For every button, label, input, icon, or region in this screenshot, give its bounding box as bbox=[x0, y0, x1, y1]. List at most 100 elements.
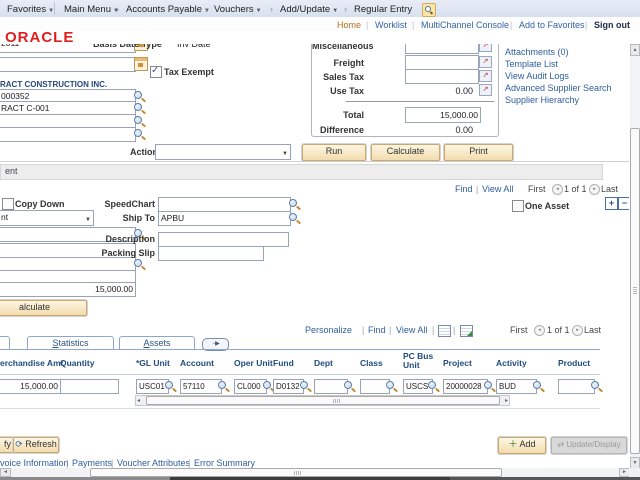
refresh-button[interactable]: ⟳ Refresh bbox=[13, 437, 59, 453]
lookup-icon[interactable] bbox=[532, 380, 545, 393]
total-field[interactable]: 15,000.00 bbox=[405, 107, 481, 123]
invoice-information-link[interactable]: voice Information bbox=[0, 458, 69, 468]
lookup-icon[interactable] bbox=[164, 380, 177, 393]
next-arrow-icon[interactable]: ▸ bbox=[589, 184, 600, 195]
attachments-link[interactable]: Attachments (0) bbox=[505, 47, 569, 57]
transfer-icon[interactable]: ↗ bbox=[479, 84, 492, 96]
print-button[interactable]: Print bbox=[444, 144, 513, 161]
payments-link[interactable]: Payments bbox=[72, 458, 112, 468]
scroll-left-icon[interactable]: ◄ bbox=[0, 468, 11, 477]
tab-partial[interactable]: e bbox=[0, 336, 10, 350]
date-field[interactable] bbox=[0, 57, 136, 72]
find-link[interactable]: Find bbox=[455, 184, 473, 194]
horizontal-scrollbar[interactable]: ◄ ► bbox=[0, 468, 629, 477]
calendar-icon[interactable] bbox=[134, 57, 148, 71]
col-class: Class bbox=[360, 358, 383, 368]
freight-field[interactable] bbox=[405, 55, 479, 70]
copy-down-checkbox[interactable] bbox=[2, 198, 14, 210]
vertical-scrollbar[interactable]: ▲ ▼ bbox=[630, 44, 640, 468]
next-arrow-icon[interactable]: ▸ bbox=[572, 325, 583, 336]
advanced-supplier-search-link[interactable]: Advanced Supplier Search bbox=[505, 83, 612, 93]
grid-find-link[interactable]: Find bbox=[368, 325, 386, 335]
lookup-icon[interactable] bbox=[133, 128, 146, 141]
transfer-icon[interactable]: ↗ bbox=[479, 56, 492, 68]
worklist-link[interactable]: Worklist bbox=[375, 20, 407, 30]
ship-to-label: Ship To bbox=[60, 213, 155, 223]
grid-pager-first[interactable]: First bbox=[510, 325, 528, 335]
payment-terms-field[interactable] bbox=[0, 127, 136, 142]
home-link[interactable]: Home bbox=[337, 20, 361, 30]
tab-assets[interactable]: Assets bbox=[119, 336, 195, 350]
add-row-icon[interactable]: + bbox=[605, 197, 618, 210]
nav-vouchers[interactable]: Vouchers▼ bbox=[214, 4, 262, 15]
tab-statistics[interactable]: Statistics bbox=[27, 336, 114, 350]
lookup-icon[interactable] bbox=[288, 198, 301, 211]
calculate-line-button[interactable]: alculate bbox=[0, 300, 87, 316]
transfer-icon[interactable]: ↗ bbox=[479, 70, 492, 82]
cell-merchandise-amt[interactable]: 15,000.00 bbox=[0, 379, 61, 394]
view-audit-logs-link[interactable]: View Audit Logs bbox=[505, 71, 569, 81]
sign-out-link[interactable]: Sign out bbox=[594, 20, 630, 30]
refresh-icon: ⟳ bbox=[15, 439, 25, 449]
action-dropdown[interactable] bbox=[155, 144, 291, 160]
total-label: Total bbox=[312, 110, 364, 120]
description-field[interactable] bbox=[158, 232, 289, 247]
grid-hscrollbar[interactable]: ◂ ▸ bbox=[135, 395, 510, 406]
pager-first-label[interactable]: First bbox=[528, 184, 546, 194]
cell-account[interactable]: 57110 bbox=[180, 379, 222, 394]
delete-row-icon[interactable]: − bbox=[618, 197, 629, 210]
lookup-icon[interactable] bbox=[427, 380, 440, 393]
lookup-icon[interactable] bbox=[590, 380, 603, 393]
one-asset-checkbox[interactable] bbox=[512, 200, 524, 212]
nav-favorites[interactable]: Favorites▼ bbox=[7, 4, 54, 15]
scroll-up-icon[interactable]: ▲ bbox=[630, 44, 640, 56]
prev-arrow-icon[interactable]: ◂ bbox=[534, 325, 545, 336]
lookup-icon[interactable] bbox=[385, 380, 398, 393]
view-all-link[interactable]: View All bbox=[482, 184, 513, 194]
voucher-attributes-link[interactable]: Voucher Attributes bbox=[117, 458, 190, 468]
nav-regular-entry[interactable]: Regular Entry bbox=[354, 4, 412, 15]
add-button[interactable]: ＋ Add bbox=[498, 437, 546, 454]
calculate-button[interactable]: Calculate bbox=[371, 144, 440, 161]
speedchart-field[interactable] bbox=[158, 197, 291, 212]
packing-slip-field[interactable] bbox=[158, 246, 264, 261]
template-list-link[interactable]: Template List bbox=[505, 59, 558, 69]
grid-view-all-link[interactable]: View All bbox=[396, 325, 427, 335]
line-amount-field[interactable]: 15,000.00 bbox=[0, 282, 136, 297]
error-summary-link[interactable]: Error Summary bbox=[194, 458, 255, 468]
miscellaneous-field[interactable] bbox=[405, 44, 479, 54]
pager-last-label[interactable]: Last bbox=[601, 184, 618, 194]
grid-hscroll-thumb[interactable] bbox=[146, 396, 500, 405]
lookup-icon[interactable] bbox=[299, 380, 312, 393]
vscroll-thumb[interactable] bbox=[630, 128, 640, 454]
personalize-link[interactable]: Personalize bbox=[305, 325, 352, 335]
cell-project[interactable]: 20000028 bbox=[443, 379, 488, 394]
hscroll-thumb[interactable] bbox=[90, 468, 502, 477]
nav-accounts-payable[interactable]: Accounts Payable▼ bbox=[126, 4, 210, 15]
download-icon[interactable] bbox=[460, 325, 473, 337]
breadcrumb-separator: › bbox=[205, 4, 208, 14]
lookup-icon[interactable] bbox=[343, 380, 356, 393]
lookup-icon[interactable] bbox=[217, 380, 230, 393]
lookup-icon[interactable] bbox=[288, 212, 301, 225]
tax-exempt-checkbox[interactable] bbox=[150, 66, 162, 78]
multichannel-console-link[interactable]: MultiChannel Console bbox=[421, 20, 509, 30]
nav-add-update[interactable]: Add/Update▼ bbox=[280, 4, 338, 15]
search-icon[interactable] bbox=[422, 3, 436, 17]
cell-activity[interactable]: BUD bbox=[496, 379, 537, 394]
scroll-left-icon[interactable]: ◂ bbox=[137, 397, 140, 404]
col-gl-unit: *GL Unit bbox=[136, 358, 170, 368]
sales-tax-field[interactable] bbox=[405, 69, 479, 84]
cell-quantity[interactable] bbox=[60, 379, 119, 394]
grid-pager-last[interactable]: Last bbox=[584, 325, 601, 335]
add-to-favorites-link[interactable]: Add to Favorites bbox=[519, 20, 585, 30]
nav-main-menu[interactable]: Main Menu▼ bbox=[64, 4, 119, 15]
lookup-icon[interactable] bbox=[483, 380, 496, 393]
prev-arrow-icon[interactable]: ◂ bbox=[552, 184, 563, 195]
supplier-hierarchy-link[interactable]: Supplier Hierarchy bbox=[505, 95, 579, 105]
zoom-grid-icon[interactable] bbox=[438, 325, 451, 337]
transfer-icon[interactable]: ↗ bbox=[479, 44, 492, 52]
scroll-right-icon[interactable]: ▸ bbox=[505, 397, 508, 404]
run-button[interactable]: Run bbox=[302, 144, 366, 161]
ship-to-field[interactable]: APBU bbox=[158, 211, 291, 226]
